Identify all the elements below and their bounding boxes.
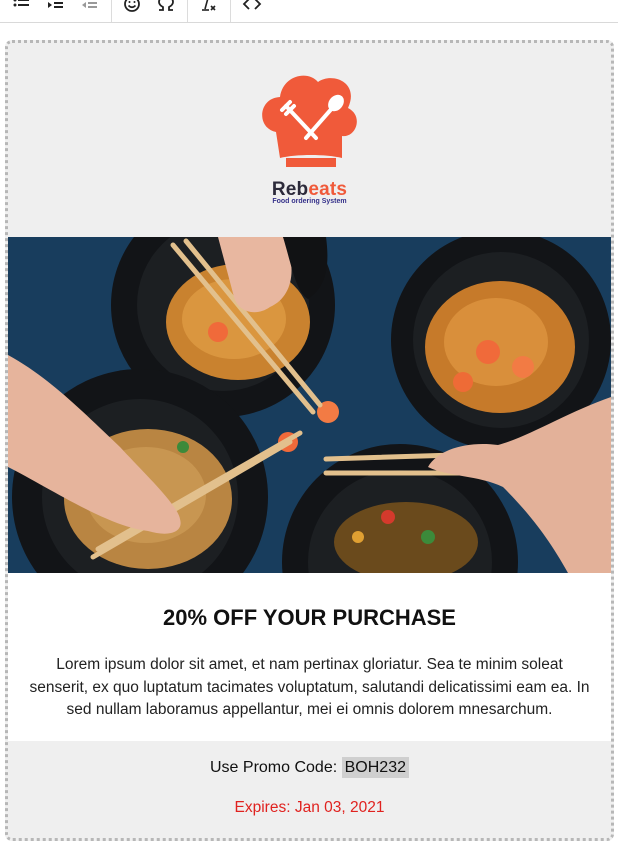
promo-section: Use Promo Code: BOH232 Expires: Jan 03, … bbox=[8, 741, 611, 838]
bulleted-list-icon[interactable] bbox=[11, 0, 33, 16]
brand-tagline: Food ordering System bbox=[272, 198, 347, 205]
email-body: 20% OFF YOUR PURCHASE Lorem ipsum dolor … bbox=[8, 573, 611, 741]
editor-toolbar bbox=[0, 0, 618, 23]
promo-code-line: Use Promo Code: BOH232 bbox=[8, 757, 611, 778]
toolbar-separator bbox=[230, 0, 231, 22]
toolbar-separator bbox=[111, 0, 112, 22]
brand-name-part1: Reb bbox=[271, 179, 309, 200]
chef-hat-logo-icon bbox=[262, 75, 357, 167]
promo-code-label: Use Promo Code: bbox=[210, 759, 338, 776]
source-code-icon[interactable] bbox=[241, 0, 263, 16]
outdent-icon[interactable] bbox=[79, 0, 101, 16]
email-header: Rebeats Food ordering System bbox=[8, 43, 611, 237]
brand-name-part2: eats bbox=[308, 179, 348, 200]
hero-food-image bbox=[8, 237, 611, 573]
promo-code[interactable]: BOH232 bbox=[341, 757, 409, 778]
expiry-date: Expires: Jan 03, 2021 bbox=[234, 799, 385, 816]
toolbar-separator bbox=[187, 0, 188, 22]
clear-formatting-icon[interactable] bbox=[197, 0, 219, 16]
special-character-icon[interactable] bbox=[155, 0, 177, 16]
email-template-canvas[interactable]: Rebeats Food ordering System 20% OFF YOU… bbox=[5, 40, 614, 841]
emoji-icon[interactable] bbox=[121, 0, 143, 16]
offer-description: Lorem ipsum dolor sit amet, et nam perti… bbox=[29, 656, 590, 718]
offer-headline: 20% OFF YOUR PURCHASE bbox=[163, 605, 456, 630]
indent-icon[interactable] bbox=[45, 0, 67, 16]
